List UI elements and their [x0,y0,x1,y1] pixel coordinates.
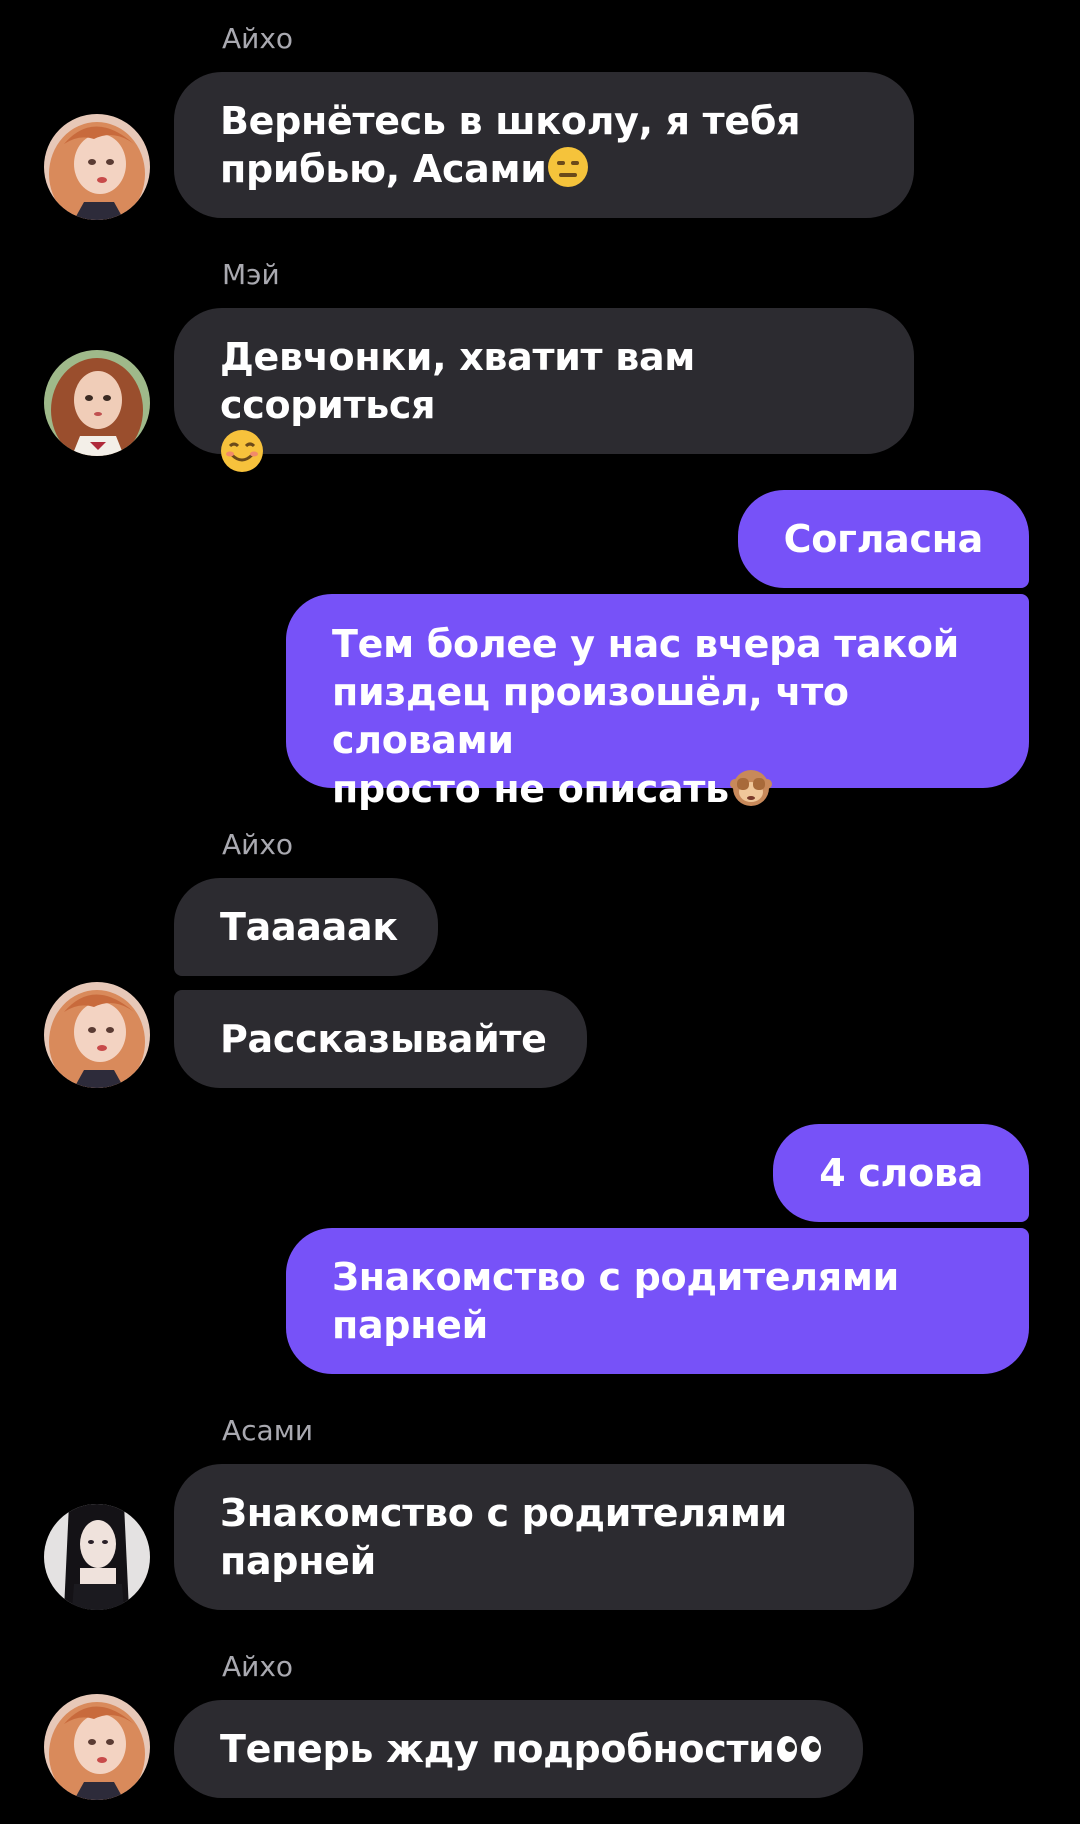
avatar-image [44,350,150,456]
message-bubble[interactable]: Вернётесь в школу, я тебя прибью, Асами [174,72,914,218]
message-bubble[interactable]: Рассказывайте [174,990,587,1088]
sender-avatar-aiho[interactable] [44,982,150,1088]
message-text: Тааааак [220,905,398,949]
expressionless-face-emoji [547,146,589,199]
message-text: Теперь жду подробности [220,1700,823,1800]
sender-name: Айхо [222,828,294,861]
message-bubble[interactable]: Тааааак [174,878,438,976]
sender-avatar-asami[interactable] [44,1504,150,1610]
chat-message-list[interactable]: Айхо Вернётесь в школу, я тебя прибью, А… [0,0,1080,1824]
message-text: Девчонки, хватит вам ссориться [220,333,874,484]
message-bubble[interactable]: Знакомство с родителями парней [174,1464,914,1610]
message-text: Вернётесь в школу, я тебя прибью, Асами [220,97,874,199]
see-no-evil-monkey-emoji [729,764,773,819]
message-bubble[interactable]: Теперь жду подробности [174,1700,863,1798]
message-text: Рассказывайте [220,1017,547,1061]
message-text: Знакомство с родителями парней [220,1491,787,1583]
smiling-face-emoji [220,429,264,484]
message-text: Согласна [783,517,984,561]
message-bubble-outgoing[interactable]: Согласна [737,490,1029,588]
avatar-image [44,1504,150,1610]
message-bubble-outgoing[interactable]: Знакомство с родителями парней [286,1228,1029,1374]
sender-name: Айхо [222,1650,294,1683]
message-bubble-outgoing[interactable]: Тем более у нас вчера такой пиздец произ… [286,594,1029,811]
sender-avatar-aiho[interactable] [44,114,150,220]
sender-avatar-aiho[interactable] [44,1694,150,1800]
sender-name: Асами [222,1414,314,1447]
message-bubble[interactable]: Девчонки, хватит вам ссориться [174,308,914,472]
avatar-image [44,982,150,1088]
avatar-image [44,1694,150,1800]
message-text: Знакомство с родителями парней [332,1255,899,1347]
sender-name: Айхо [222,22,294,55]
eyes-emoji [775,1702,823,1800]
sender-name: Мэй [222,258,280,291]
sender-avatar-mei[interactable] [44,350,150,456]
avatar-image [44,114,150,220]
message-text: Тем более у нас вчера такой пиздец произ… [332,620,983,819]
message-text: 4 слова [819,1151,983,1195]
message-bubble-outgoing[interactable]: 4 слова [773,1124,1029,1222]
